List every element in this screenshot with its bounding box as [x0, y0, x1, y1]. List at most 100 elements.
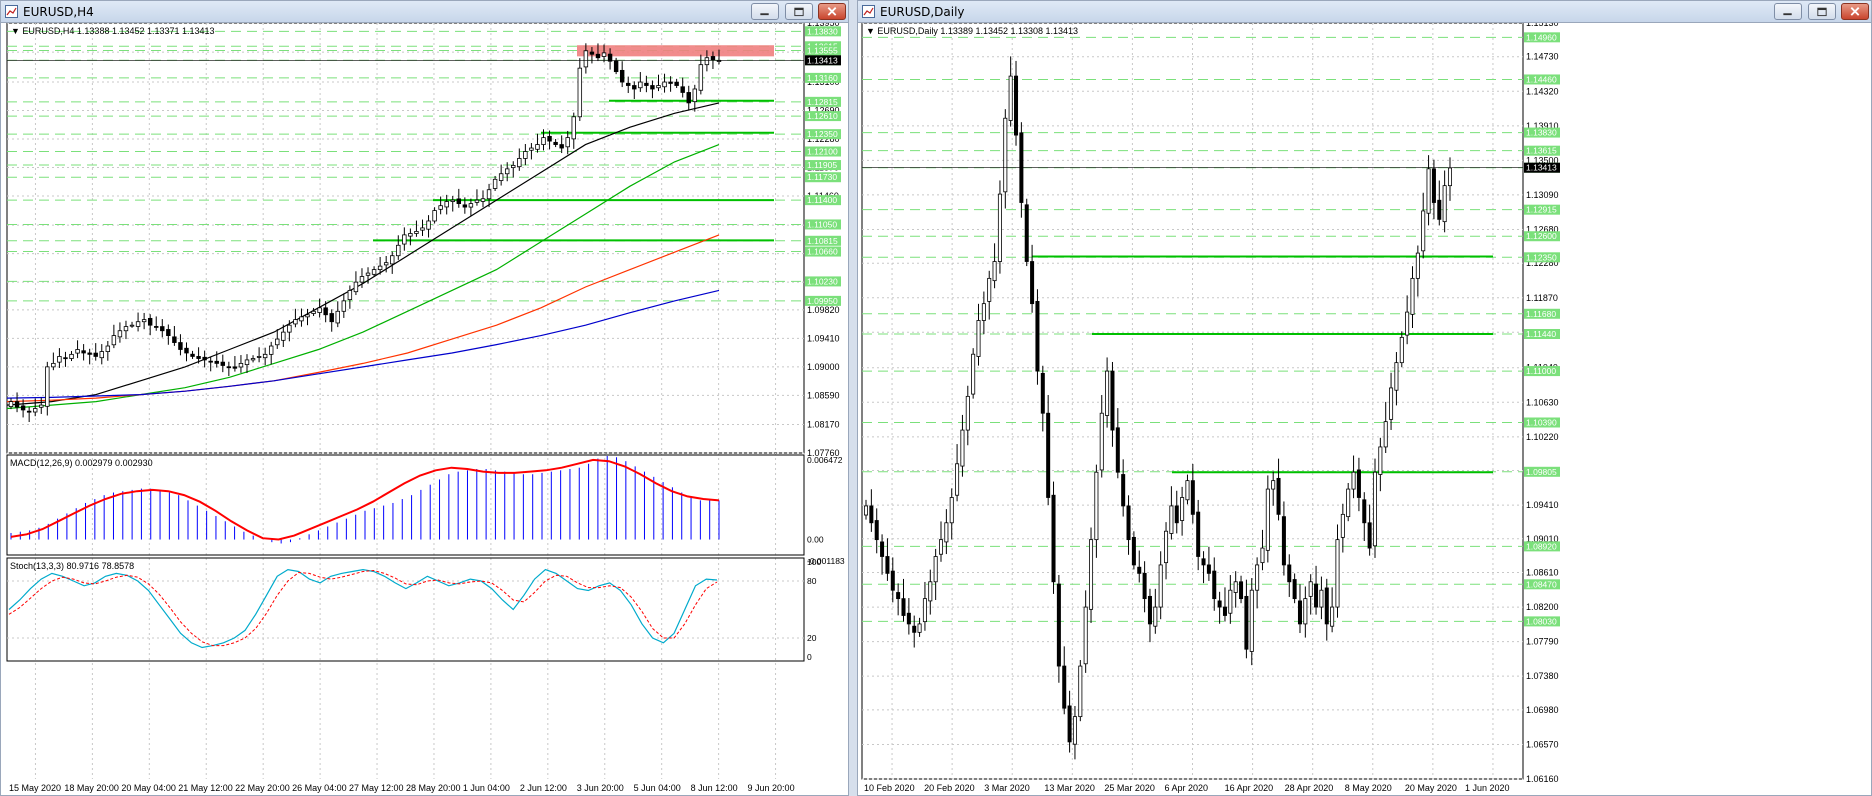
daily-chart[interactable]: 1.151301.147301.143201.139101.135001.130…	[858, 23, 1872, 796]
close-button[interactable]	[818, 3, 846, 20]
candle-body	[960, 429, 965, 467]
level-label: 1.09805	[1526, 467, 1557, 477]
level-label: 1.14960	[1526, 32, 1557, 42]
minimize-icon	[760, 13, 769, 16]
candle-body	[323, 307, 328, 316]
level-label: 1.11905	[807, 160, 837, 170]
level-label: 1.10390	[1526, 417, 1557, 427]
h4-window-titlebar[interactable]: EURUSD,H4	[1, 1, 848, 23]
level-label: 1.13555	[807, 45, 838, 55]
candle-body	[997, 193, 1002, 262]
level-label: 1.10230	[807, 276, 838, 286]
price-tick-label: 1.10220	[1526, 432, 1559, 442]
candle-body	[626, 82, 631, 86]
candle-body	[644, 82, 649, 86]
candle-body	[1292, 579, 1297, 600]
daily-window-titlebar[interactable]: EURUSD,Daily	[858, 1, 1871, 23]
candle-body	[912, 625, 917, 633]
level-label: 1.12350	[807, 129, 838, 139]
x-axis-label: 3 Jun 20:00	[577, 783, 624, 793]
candle-body	[511, 165, 516, 169]
price-tick-label: 1.08170	[807, 420, 840, 430]
candle-body	[202, 356, 207, 361]
restore-button[interactable]	[1807, 3, 1836, 20]
candle-body	[1372, 471, 1377, 547]
candle-body	[1206, 564, 1211, 574]
minimize-icon	[1783, 13, 1792, 16]
symbol-header: ▼ EURUSD,Daily 1.13389 1.13452 1.13308 1…	[866, 26, 1078, 36]
candle-body	[595, 53, 601, 59]
candle-body	[674, 81, 679, 86]
candle-body	[220, 361, 226, 366]
candle-body	[1062, 665, 1067, 709]
x-axis-label: 9 Jun 20:00	[748, 783, 795, 793]
candle-body	[1340, 513, 1345, 538]
price-plot-border	[861, 23, 1524, 780]
candle-body	[1447, 167, 1453, 187]
level-label: 1.12350	[1526, 252, 1557, 262]
candle-body	[1233, 581, 1238, 593]
level-label: 1.12100	[807, 147, 838, 157]
candle-body	[1142, 572, 1147, 600]
restore-button[interactable]	[784, 3, 813, 20]
price-tick-label: 1.14320	[1526, 86, 1559, 96]
price-tick-label: 1.06570	[1526, 739, 1559, 749]
candle-body	[1051, 494, 1056, 583]
candle-body	[1003, 117, 1008, 193]
candle-body	[949, 497, 954, 524]
candle-body	[965, 395, 970, 431]
close-icon	[1850, 7, 1860, 16]
candle-body	[547, 135, 552, 142]
candle-body	[329, 313, 334, 323]
candle-body	[468, 203, 474, 208]
candle-body	[541, 137, 546, 145]
candle-body	[1260, 547, 1265, 564]
x-axis-label: 28 May 20:00	[406, 783, 461, 793]
candle-body	[1067, 705, 1072, 743]
x-axis-label: 8 Jun 12:00	[691, 783, 738, 793]
candle-body	[1046, 412, 1051, 498]
price-tick-label: 1.09410	[807, 333, 840, 343]
price-tick-label: 1.07380	[1526, 671, 1559, 681]
candle-body	[305, 314, 310, 318]
h4-chart[interactable]: 1.139501.135301.131001.126901.122801.118…	[1, 23, 849, 796]
close-button[interactable]	[1841, 3, 1869, 20]
candle-body	[172, 336, 177, 343]
stoch-signal-line	[8, 569, 718, 647]
candle-body	[1297, 600, 1302, 625]
level-label: 1.11050	[807, 219, 837, 229]
minimize-button[interactable]	[751, 3, 779, 20]
candle-body	[226, 366, 232, 369]
candle-body	[1174, 505, 1179, 524]
candle-body	[335, 310, 340, 324]
candle-body	[885, 556, 890, 574]
candle-body	[1249, 589, 1254, 652]
candle-body	[1287, 564, 1292, 583]
candle-body	[1035, 300, 1040, 372]
candle-body	[1212, 570, 1217, 600]
candle-body	[1378, 446, 1383, 475]
candle-body	[992, 261, 997, 282]
x-axis-label: 26 May 04:00	[292, 783, 347, 793]
candle-body	[1389, 387, 1394, 420]
level-label: 1.14460	[1526, 74, 1557, 84]
level-label: 1.12600	[1526, 231, 1557, 241]
price-tick-label: 1.09000	[807, 362, 840, 372]
candle-body	[1147, 595, 1152, 625]
candle-body	[420, 227, 425, 231]
x-axis-label: 20 May 04:00	[121, 783, 176, 793]
price-tick-label: 1.07790	[1526, 637, 1559, 647]
price-tick-label: 1.09410	[1526, 500, 1559, 510]
candle-body	[955, 463, 960, 496]
candle-body	[450, 199, 455, 202]
candle-body	[601, 52, 607, 57]
price-tick-label: 1.06160	[1526, 774, 1559, 784]
candle-body	[1335, 539, 1340, 608]
candle-body	[1346, 488, 1351, 518]
candle-body	[1265, 488, 1270, 551]
current-price-label: 1.13413	[1526, 163, 1557, 173]
candle-body	[565, 137, 570, 148]
candle-body	[57, 356, 62, 363]
candle-body	[1169, 505, 1174, 534]
minimize-button[interactable]	[1774, 3, 1802, 20]
